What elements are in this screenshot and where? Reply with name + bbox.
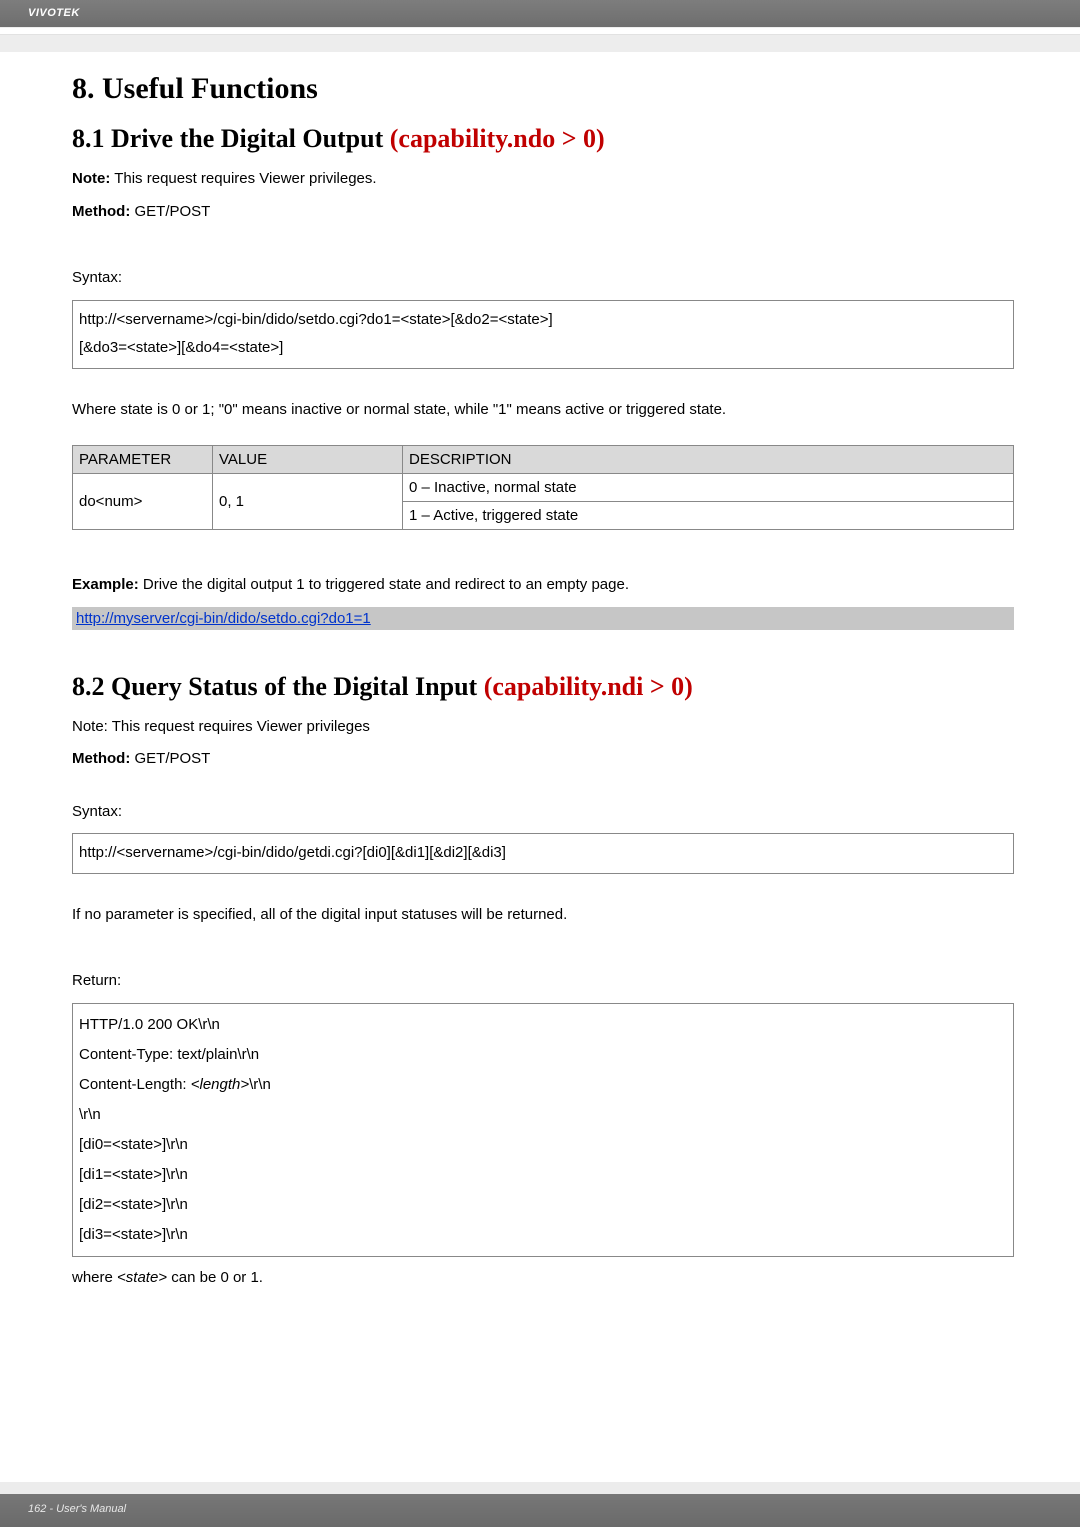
page-footer: 162 - User's Manual	[0, 1493, 1080, 1527]
syntax-table-8-1: http://<servername>/cgi-bin/dido/setdo.c…	[72, 300, 1014, 369]
brand-bar: VIVOTEK	[0, 0, 1080, 28]
return-line: [di1=<state>]\r\n	[79, 1160, 1007, 1190]
syntax-cell-8-2: http://<servername>/cgi-bin/dido/getdi.c…	[73, 834, 1014, 874]
note-8-2: Note: This request requires Viewer privi…	[72, 716, 1014, 739]
method-label: Method:	[72, 203, 130, 220]
footer-text: 162 - User's Manual	[28, 1503, 126, 1515]
heading-8-2-plain: 8.2 Query Status of the Digital Input	[72, 672, 484, 701]
syntax-cell-8-1: http://<servername>/cgi-bin/dido/setdo.c…	[73, 300, 1014, 368]
note-label: Note:	[72, 170, 110, 187]
page-sheet: VIVOTEK 8. Useful Functions 8.1 Drive th…	[0, 0, 1080, 1527]
example-link[interactable]: http://myserver/cgi-bin/dido/setdo.cgi?d…	[76, 610, 371, 627]
cell-value: 0, 1	[213, 474, 403, 530]
where-8-2: where <state> can be 0 or 1.	[72, 1267, 1014, 1290]
method-label-2: Method:	[72, 750, 130, 767]
return-line: \r\n	[79, 1100, 1007, 1130]
syntax-line-2: [&do3=<state>][&do4=<state>]	[79, 334, 1007, 363]
return-line: [di0=<state>]\r\n	[79, 1130, 1007, 1160]
return-line: HTTP/1.0 200 OK\r\n	[79, 1010, 1007, 1040]
col-parameter: PARAMETER	[73, 446, 213, 474]
table-row: do<num> 0, 1 0 – Inactive, normal state	[73, 474, 1014, 502]
method-8-1: Method: GET/POST	[72, 201, 1014, 224]
heading-8: 8. Useful Functions	[72, 72, 1014, 106]
col-description: DESCRIPTION	[403, 446, 1014, 474]
heading-8-1-plain: 8.1 Drive the Digital Output	[72, 124, 390, 153]
cell-desc-1: 0 – Inactive, normal state	[403, 474, 1014, 502]
noparam-8-2: If no parameter is specified, all of the…	[72, 904, 1014, 927]
syntax-table-8-2: http://<servername>/cgi-bin/dido/getdi.c…	[72, 833, 1014, 874]
syntax-label-8-2: Syntax:	[72, 801, 1014, 824]
col-value: VALUE	[213, 446, 403, 474]
return-line: [di3=<state>]\r\n	[79, 1220, 1007, 1250]
heading-8-2: 8.2 Query Status of the Digital Input (c…	[72, 672, 1014, 702]
method-text: GET/POST	[130, 203, 210, 220]
example-8-1: Example: Drive the digital output 1 to t…	[72, 574, 1014, 597]
note-8-1: Note: This request requires Viewer privi…	[72, 168, 1014, 191]
cell-desc-2: 1 – Active, triggered state	[403, 502, 1014, 530]
heading-8-1: 8.1 Drive the Digital Output (capability…	[72, 124, 1014, 154]
method-text-2: GET/POST	[130, 750, 210, 767]
syntax-label-8-1: Syntax:	[72, 267, 1014, 290]
return-line: Content-Length: <length>\r\n	[79, 1070, 1007, 1100]
accent-bar	[0, 34, 1080, 52]
return-line: [di2=<state>]\r\n	[79, 1190, 1007, 1220]
method-8-2: Method: GET/POST	[72, 748, 1014, 771]
heading-8-2-capability: (capability.ndi > 0)	[484, 672, 693, 701]
heading-8-1-capability: (capability.ndo > 0)	[390, 124, 605, 153]
return-box: HTTP/1.0 200 OK\r\n Content-Type: text/p…	[72, 1003, 1014, 1257]
cell-param: do<num>	[73, 474, 213, 530]
syntax-line-1: http://<servername>/cgi-bin/dido/setdo.c…	[79, 306, 1007, 335]
where-8-1: Where state is 0 or 1; "0" means inactiv…	[72, 399, 1014, 422]
brand-text: VIVOTEK	[28, 7, 80, 19]
return-line: Content-Type: text/plain\r\n	[79, 1040, 1007, 1070]
example-label: Example:	[72, 576, 139, 593]
example-text: Drive the digital output 1 to triggered …	[139, 576, 629, 593]
table-header-row: PARAMETER VALUE DESCRIPTION	[73, 446, 1014, 474]
return-label: Return:	[72, 970, 1014, 993]
params-table-8-1: PARAMETER VALUE DESCRIPTION do<num> 0, 1…	[72, 445, 1014, 530]
example-link-bar: http://myserver/cgi-bin/dido/setdo.cgi?d…	[72, 607, 1014, 630]
note-text: This request requires Viewer privileges.	[110, 170, 376, 187]
content-area: 8. Useful Functions 8.1 Drive the Digita…	[0, 52, 1080, 1289]
